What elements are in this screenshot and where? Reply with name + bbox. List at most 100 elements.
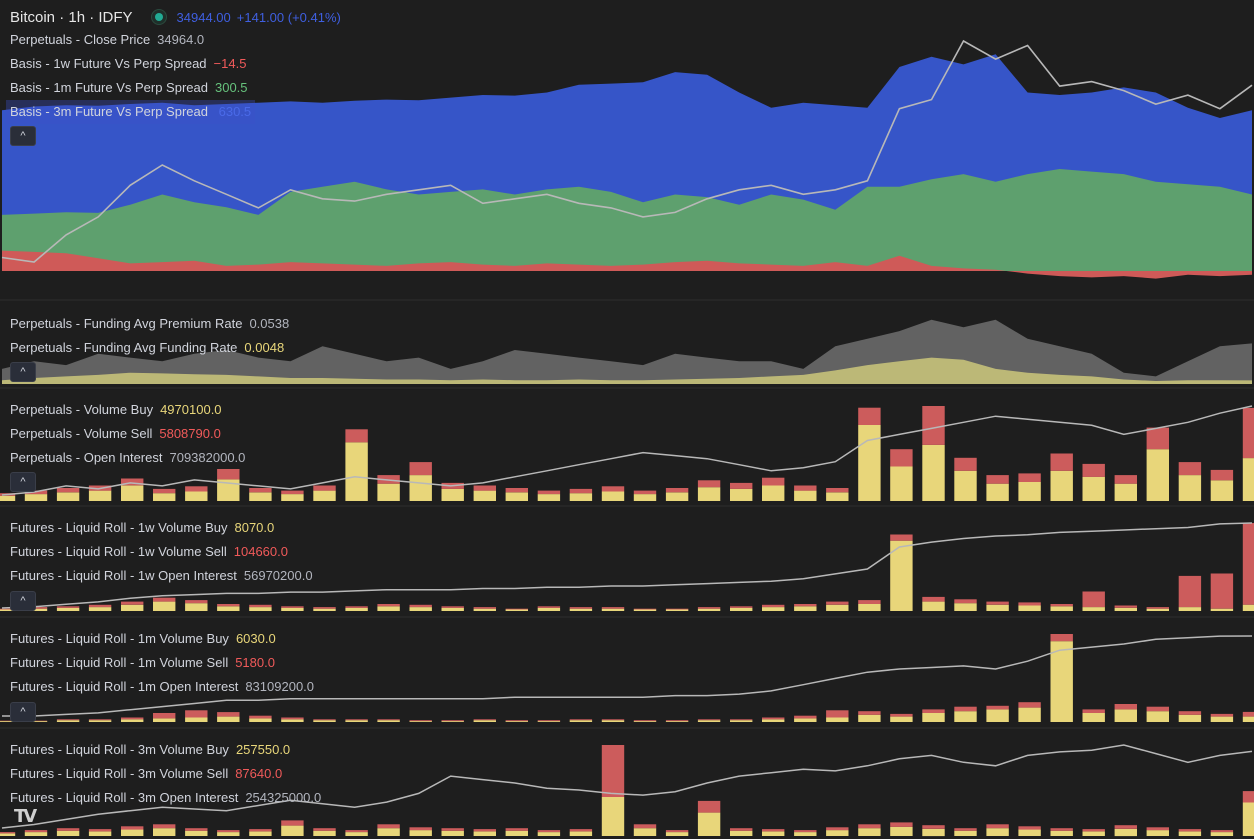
- legend-row-close-price[interactable]: Perpetuals - Close Price 34964.0: [10, 28, 255, 52]
- bar-volume-sell: [601, 719, 625, 721]
- bar-volume-sell: [313, 828, 336, 831]
- bar-volume-sell: [249, 604, 272, 608]
- bar-volume-sell: [826, 710, 849, 718]
- bar-volume-sell: [1114, 704, 1137, 710]
- bar-volume-buy: [56, 492, 80, 501]
- bar-volume-buy: [1178, 714, 1202, 722]
- bar-volume-sell: [601, 745, 625, 797]
- bar-volume-buy: [185, 830, 208, 836]
- bar-volume-sell: [537, 830, 561, 833]
- bar-volume-buy: [986, 483, 1009, 501]
- bar-volume-buy: [24, 494, 48, 501]
- bar-volume-buy: [185, 717, 208, 722]
- bar-volume-sell: [890, 449, 913, 467]
- bar-volume-sell: [858, 600, 881, 604]
- bar-volume-buy: [633, 721, 657, 722]
- bar-volume-buy: [986, 709, 1009, 722]
- legend-row-3m-volume-buy[interactable]: Futures - Liquid Roll - 3m Volume Buy 25…: [10, 738, 321, 762]
- legend-label: Basis - 1m Future Vs Perp Spread: [10, 80, 208, 95]
- symbol-title[interactable]: Bitcoin · 1h · IDFY: [10, 9, 133, 26]
- bar-volume-buy: [1178, 607, 1202, 611]
- legend-value: 630.5: [218, 104, 252, 119]
- legend-row-funding-rate[interactable]: Perpetuals - Funding Avg Funding Rate 0.…: [10, 336, 289, 360]
- bar-volume-buy: [1018, 605, 1041, 611]
- chevron-up-icon: ^: [20, 476, 26, 488]
- legend-row-1m-open-interest[interactable]: Futures - Liquid Roll - 1m Open Interest…: [10, 675, 314, 699]
- bar-volume-sell: [441, 606, 464, 608]
- legend-label: Futures - Liquid Roll - 1w Open Interest: [10, 568, 237, 583]
- bar-volume-buy: [601, 608, 625, 611]
- bar-volume-buy: [313, 608, 336, 611]
- bar-volume-sell: [281, 606, 304, 608]
- legend-label: Perpetuals - Volume Sell: [10, 426, 153, 441]
- collapse-legend-button[interactable]: ^: [10, 362, 36, 382]
- collapse-legend-button[interactable]: ^: [10, 126, 36, 146]
- legend-row-premium-rate[interactable]: Perpetuals - Funding Avg Premium Rate 0.…: [10, 312, 289, 336]
- bar-volume-buy: [377, 720, 400, 722]
- bar-volume-buy: [569, 493, 593, 501]
- bar-volume-buy: [217, 606, 240, 611]
- legend-row-1m-volume-sell[interactable]: Futures - Liquid Roll - 1m Volume Sell 5…: [10, 651, 314, 675]
- legend-funding: Perpetuals - Funding Avg Premium Rate 0.…: [10, 312, 289, 360]
- legend-label: Perpetuals - Close Price: [10, 32, 151, 47]
- bar-volume-buy: [345, 607, 368, 611]
- bar-volume-buy: [665, 721, 689, 722]
- bar-volume-sell: [1082, 591, 1105, 608]
- legend-row-volume-sell[interactable]: Perpetuals - Volume Sell 5808790.0: [10, 422, 245, 446]
- tradingview-logo[interactable]: TV: [14, 806, 37, 827]
- bar-volume-buy: [1210, 480, 1234, 501]
- bar-volume-sell: [409, 827, 432, 831]
- bar-volume-buy: [633, 828, 657, 836]
- bar-volume-sell: [922, 596, 945, 602]
- bar-volume-sell: [473, 607, 496, 609]
- legend-row-3m-volume-sell[interactable]: Futures - Liquid Roll - 3m Volume Sell 8…: [10, 762, 321, 786]
- bar-volume-sell: [1082, 829, 1105, 832]
- legend-row-3m-open-interest[interactable]: Futures - Liquid Roll - 3m Open Interest…: [10, 786, 321, 810]
- bar-volume-sell: [794, 715, 817, 719]
- bar-volume-sell: [986, 601, 1009, 605]
- bar-volume-buy: [249, 718, 272, 722]
- legend-row-1w-open-interest[interactable]: Futures - Liquid Roll - 1w Open Interest…: [10, 564, 313, 588]
- legend-row-volume-buy[interactable]: Perpetuals - Volume Buy 4970100.0: [10, 398, 245, 422]
- collapse-legend-button[interactable]: ^: [10, 472, 36, 492]
- bar-volume-buy: [1210, 608, 1234, 611]
- bar-volume-sell: [1178, 575, 1202, 608]
- collapse-legend-button[interactable]: ^: [10, 702, 36, 722]
- bar-volume-buy: [1242, 716, 1254, 722]
- bar-volume-buy: [1018, 707, 1041, 722]
- bar-volume-sell: [1210, 713, 1234, 717]
- bar-volume-buy: [890, 466, 913, 501]
- bar-volume-sell: [1242, 791, 1254, 803]
- legend-row-open-interest[interactable]: Perpetuals - Open Interest 709382000.0: [10, 446, 245, 470]
- bar-volume-buy: [1146, 449, 1169, 501]
- bar-volume-sell: [505, 608, 528, 610]
- legend-row-3m-spread[interactable]: Basis - 3m Future Vs Perp Spread 630.5: [6, 100, 256, 124]
- bar-volume-buy: [88, 490, 112, 501]
- bar-volume-sell: [505, 828, 528, 831]
- legend-value: 87640.0: [235, 766, 283, 781]
- legend-value: 709382000.0: [169, 450, 246, 465]
- bar-volume-buy: [505, 721, 528, 722]
- last-price: 34944.00: [176, 9, 231, 25]
- legend-label: Perpetuals - Funding Avg Funding Rate: [10, 340, 238, 355]
- bar-volume-buy: [569, 720, 593, 722]
- bar-volume-sell: [1050, 828, 1073, 831]
- legend-row-1m-volume-buy[interactable]: Futures - Liquid Roll - 1m Volume Buy 60…: [10, 627, 314, 651]
- bar-volume-sell: [88, 719, 112, 721]
- legend-row-1w-volume-buy[interactable]: Futures - Liquid Roll - 1w Volume Buy 80…: [10, 516, 313, 540]
- legend-row-1w-spread[interactable]: Basis - 1w Future Vs Perp Spread −14.5: [10, 52, 255, 76]
- bar-volume-sell: [281, 717, 304, 720]
- collapse-legend-button[interactable]: ^: [10, 591, 36, 611]
- bar-volume-buy: [1050, 641, 1073, 722]
- bar-volume-sell: [1242, 523, 1254, 605]
- bar-volume-buy: [1178, 831, 1202, 836]
- legend-label: Futures - Liquid Roll - 1w Volume Sell: [10, 544, 227, 559]
- legend-label: Futures - Liquid Roll - 1m Open Interest: [10, 679, 239, 694]
- legend-row-1w-volume-sell[interactable]: Futures - Liquid Roll - 1w Volume Sell 1…: [10, 540, 313, 564]
- bar-volume-buy: [473, 608, 496, 611]
- bar-volume-buy: [537, 494, 561, 501]
- legend-row-1m-spread[interactable]: Basis - 1m Future Vs Perp Spread 300.5: [10, 76, 255, 100]
- bar-volume-sell: [249, 715, 272, 719]
- bar-volume-buy: [730, 830, 753, 836]
- bar-volume-sell: [1082, 463, 1105, 477]
